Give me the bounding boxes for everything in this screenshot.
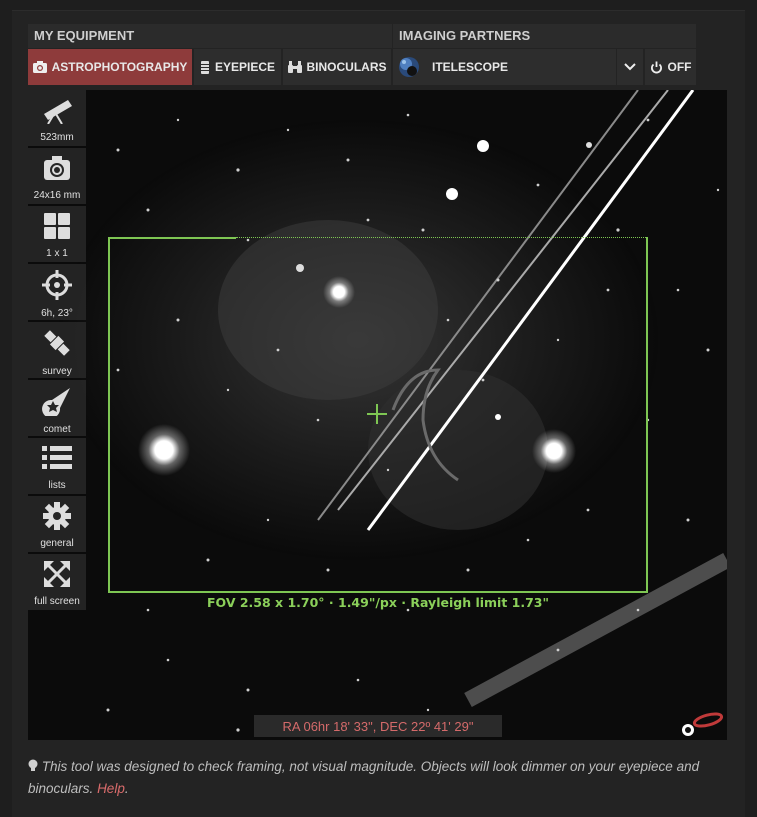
camera-icon [32, 61, 47, 73]
fov-info-label: FOV 2.58 x 1.70° · 1.49"/px · Rayleigh l… [206, 595, 550, 610]
tool-label: 6h, 23° [41, 308, 73, 319]
tool-camera[interactable]: 24x16 mm [28, 148, 86, 204]
sky-viewer[interactable]: FOV 2.58 x 1.70° · 1.49"/px · Rayleigh l… [28, 90, 727, 740]
tool-survey[interactable]: survey [28, 322, 86, 378]
my-equipment-header: MY EQUIPMENT [28, 24, 392, 48]
gear-icon [43, 502, 71, 535]
partner-dropdown-toggle[interactable] [617, 49, 643, 85]
satellite-icon [42, 328, 72, 363]
coordinates-readout: RA 06hr 18' 33", DEC 22º 41' 29" [254, 715, 502, 737]
tool-label: survey [42, 366, 72, 377]
fov-frame [108, 237, 648, 593]
tool-lists[interactable]: lists [28, 438, 86, 494]
telescope-icon [40, 96, 74, 129]
power-off-button[interactable]: OFF [645, 49, 696, 85]
lightbulb-icon [28, 759, 42, 774]
chevron-down-icon [624, 63, 636, 71]
eyepiece-icon [200, 60, 210, 74]
tool-label: 523mm [40, 132, 74, 143]
tool-label: 24x16 mm [33, 190, 81, 201]
tool-fullscreen[interactable]: full screen [28, 554, 86, 610]
tab-eyepiece[interactable]: EYEPIECE [194, 49, 281, 85]
comet-icon [42, 386, 72, 421]
partner-select[interactable]: ITELESCOPE [393, 49, 616, 85]
tab-label: BINOCULARS [306, 60, 387, 74]
power-icon [650, 61, 663, 74]
camera-icon [43, 154, 71, 187]
binoculars-icon [287, 61, 302, 73]
tool-target[interactable]: 6h, 23° [28, 264, 86, 320]
power-label: OFF [667, 60, 692, 74]
list-icon [42, 444, 72, 477]
tab-label: ASTROPHOTOGRAPHY [51, 60, 188, 74]
fov-frame-top-dotted [236, 237, 648, 238]
tab-label: EYEPIECE [214, 60, 276, 74]
partner-label: ITELESCOPE [432, 60, 509, 74]
tool-label: 1 x 1 [46, 248, 68, 259]
center-crosshair-vertical [376, 404, 378, 424]
tab-binoculars[interactable]: BINOCULARS [283, 49, 391, 85]
tool-label: full screen [34, 596, 80, 607]
fov-frame-top-solid [108, 237, 236, 239]
mosaic-grid-icon [43, 212, 71, 245]
tab-astrophotography[interactable]: ASTROPHOTOGRAPHY [28, 49, 192, 85]
tool-general-settings[interactable]: general [28, 496, 86, 552]
framing-note: This tool was designed to check framing,… [28, 759, 700, 796]
planet-logo-icon [398, 56, 420, 78]
crosshair-icon [42, 270, 72, 305]
tool-mosaic[interactable]: 1 x 1 [28, 206, 86, 262]
tool-label: lists [48, 480, 66, 491]
help-link[interactable]: Help [97, 781, 125, 796]
note-text: This tool was designed to check framing,… [28, 759, 700, 796]
tool-telescope[interactable]: 523mm [28, 90, 86, 146]
tool-comet[interactable]: comet [28, 380, 86, 436]
tool-label: general [40, 538, 74, 549]
fullscreen-icon [43, 560, 71, 593]
tool-label: comet [43, 424, 71, 435]
imaging-partners-header: IMAGING PARTNERS [393, 24, 696, 48]
galaxy-logo-icon[interactable] [678, 710, 724, 740]
